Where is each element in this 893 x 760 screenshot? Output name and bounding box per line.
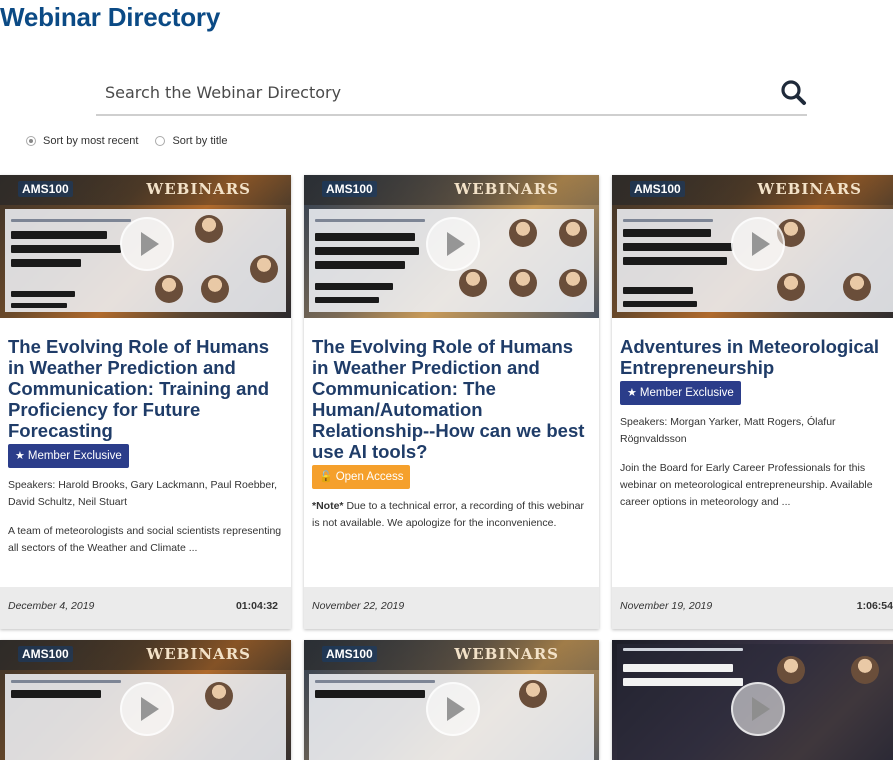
sort-by-recent-option[interactable]: Sort by most recent xyxy=(26,135,138,147)
star-icon: ★ xyxy=(627,387,637,399)
sort-by-title-option[interactable]: Sort by title xyxy=(155,135,227,147)
webinar-date: December 4, 2019 xyxy=(8,600,95,612)
webinars-banner-text: WEBINARS xyxy=(757,180,862,198)
webinar-thumbnail[interactable]: AMS100 WEBINARS xyxy=(612,175,893,318)
card-footer: December 4, 2019 01:04:32 xyxy=(0,587,291,629)
page-title: Webinar Directory xyxy=(0,2,221,32)
search-bar xyxy=(96,72,807,116)
webinar-thumbnail[interactable]: AMS100 WEBINARS xyxy=(304,175,599,318)
badge-label: Open Access xyxy=(335,471,404,483)
badge-label: Member Exclusive xyxy=(639,387,734,399)
webinar-speakers: Speakers: Harold Brooks, Gary Lackmann, … xyxy=(8,479,278,508)
webinars-banner-text: WEBINARS xyxy=(146,645,251,663)
webinar-description: A team of meteorologists and social scie… xyxy=(8,525,282,554)
webinar-card[interactable] xyxy=(612,640,893,760)
webinars-banner-text: WEBINARS xyxy=(454,645,559,663)
play-icon[interactable] xyxy=(119,682,174,736)
star-icon: ★ xyxy=(15,450,25,462)
card-footer: November 22, 2019 xyxy=(304,587,599,629)
member-exclusive-badge: ★ Member Exclusive xyxy=(8,444,129,468)
ams-logo: AMS100 xyxy=(322,646,377,662)
play-icon[interactable] xyxy=(119,217,174,271)
ams-logo: AMS100 xyxy=(630,181,685,197)
webinar-thumbnail[interactable]: AMS100 WEBINARS xyxy=(0,640,291,760)
sort-by-title-radio[interactable] xyxy=(155,136,166,146)
webinar-duration: 1:06:54 xyxy=(856,600,893,612)
note-text: Due to a technical error, a recording of… xyxy=(312,500,584,529)
ams-logo: AMS100 xyxy=(322,181,377,197)
sort-by-title-label: Sort by title xyxy=(172,135,228,147)
webinar-thumbnail[interactable]: AMS100 WEBINARS xyxy=(304,640,599,760)
play-icon[interactable] xyxy=(425,217,480,271)
webinar-description: Join the Board for Early Career Professi… xyxy=(620,462,873,508)
webinar-date: November 22, 2019 xyxy=(312,600,405,612)
webinar-duration: 01:04:32 xyxy=(235,600,278,612)
search-input[interactable] xyxy=(96,72,765,112)
webinar-card[interactable]: AMS100 WEBINARS xyxy=(0,640,291,760)
webinar-thumbnail[interactable] xyxy=(612,640,893,760)
play-icon[interactable] xyxy=(731,682,785,736)
ams-logo: AMS100 xyxy=(18,646,73,662)
webinar-card[interactable]: AMS100 WEBINARS xyxy=(304,640,599,760)
webinar-title[interactable]: The Evolving Role of Humans in Weather P… xyxy=(312,336,591,462)
webinar-title[interactable]: The Evolving Role of Humans in Weather P… xyxy=(8,336,283,441)
webinar-card[interactable]: AMS100 WEBINARS The Evolving Role of Hum… xyxy=(0,175,291,629)
unlock-icon: 🔓 xyxy=(319,471,333,483)
webinar-speakers: Speakers: Morgan Yarker, Matt Rogers, Ól… xyxy=(620,416,836,445)
play-icon[interactable] xyxy=(731,217,785,271)
badge-label: Member Exclusive xyxy=(27,450,122,462)
webinars-banner-text: WEBINARS xyxy=(454,180,559,198)
webinar-description: *Note* Due to a technical error, a recor… xyxy=(312,498,591,532)
play-icon[interactable] xyxy=(425,682,480,736)
sort-by-recent-label: Sort by most recent xyxy=(43,135,139,147)
webinar-thumbnail[interactable]: AMS100 WEBINARS xyxy=(0,175,291,318)
webinar-card[interactable]: AMS100 WEBINARS Adventures in Meteorolog… xyxy=(612,175,893,629)
card-footer: November 19, 2019 1:06:54 xyxy=(612,587,893,629)
webinar-card[interactable]: AMS100 WEBINARS The Evolving Role of Hum… xyxy=(304,175,599,629)
search-icon[interactable] xyxy=(779,78,809,108)
webinars-banner-text: WEBINARS xyxy=(146,180,251,198)
open-access-badge: 🔓 Open Access xyxy=(312,465,411,489)
sort-by-recent-radio[interactable] xyxy=(26,136,36,146)
webinar-title[interactable]: Adventures in Meteorological Entrepreneu… xyxy=(620,336,893,378)
sort-options: Sort by most recent Sort by title xyxy=(26,135,241,149)
webinar-date: November 19, 2019 xyxy=(620,600,713,612)
member-exclusive-badge: ★ Member Exclusive xyxy=(620,381,741,405)
ams-logo: AMS100 xyxy=(18,181,73,197)
note-label: *Note* xyxy=(312,500,344,512)
